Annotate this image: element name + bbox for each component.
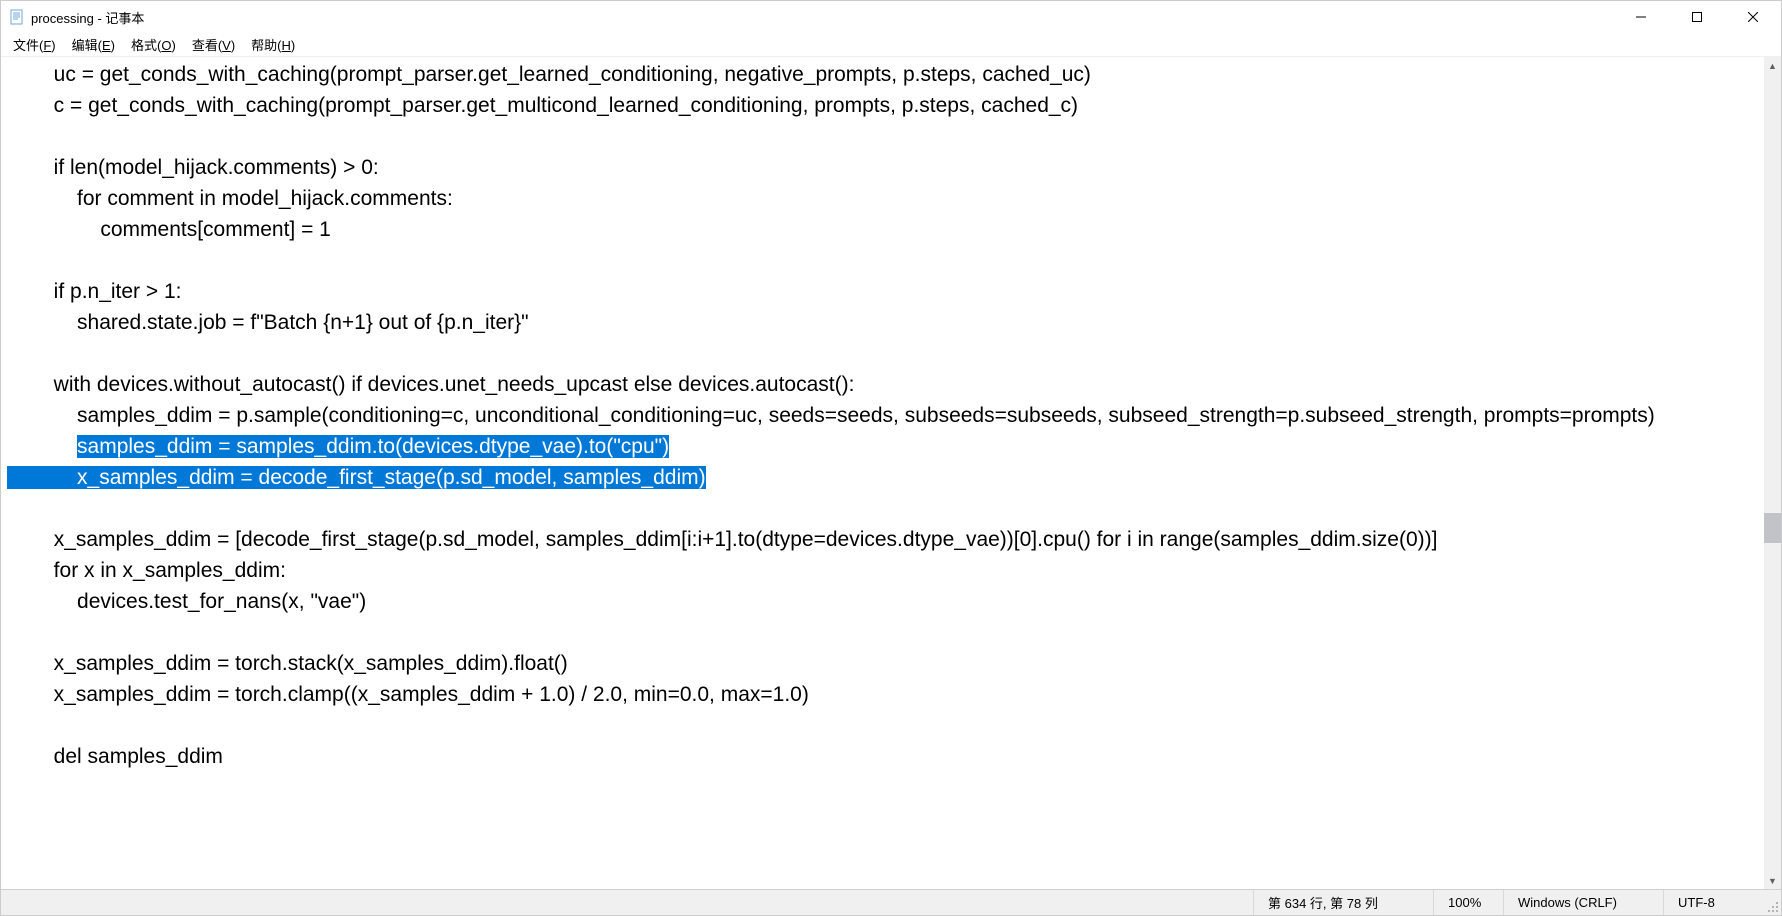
maximize-button[interactable]	[1669, 1, 1725, 33]
code-line: samples_ddim = p.sample(conditioning=c, …	[7, 400, 1655, 431]
text-editor[interactable]: uc = get_conds_with_caching(prompt_parse…	[1, 57, 1781, 889]
scroll-thumb[interactable]	[1764, 513, 1781, 543]
menu-view[interactable]: 查看(V)	[184, 33, 243, 56]
code-line: del samples_ddim	[7, 745, 223, 768]
window-controls	[1613, 1, 1781, 33]
status-spacer	[1, 890, 1253, 915]
menu-help[interactable]: 帮助(H)	[243, 33, 303, 56]
code-line: shared.state.job = f"Batch {n+1} out of …	[7, 311, 529, 334]
notepad-window: processing - 记事本 文件(F) 编辑(E) 格式(O) 查看(V)…	[0, 0, 1782, 916]
resize-grip[interactable]	[1763, 890, 1781, 915]
window-title: processing - 记事本	[31, 8, 1613, 27]
status-zoom: 100%	[1433, 890, 1503, 915]
selected-text: samples_ddim = samples_ddim.to(devices.d…	[77, 435, 669, 458]
code-line-pre	[7, 435, 77, 458]
close-button[interactable]	[1725, 1, 1781, 33]
code-line: x_samples_ddim = [decode_first_stage(p.s…	[7, 524, 1437, 555]
minimize-button[interactable]	[1613, 1, 1669, 33]
editor-area: uc = get_conds_with_caching(prompt_parse…	[1, 57, 1781, 889]
code-line: with devices.without_autocast() if devic…	[7, 373, 854, 396]
status-cursor-position: 第 634 行, 第 78 列	[1253, 890, 1433, 915]
code-line: uc = get_conds_with_caching(prompt_parse…	[7, 63, 1091, 86]
code-line: if len(model_hijack.comments) > 0:	[7, 156, 379, 179]
selected-text: x_samples_ddim = decode_first_stage(p.sd…	[77, 466, 706, 489]
menu-format[interactable]: 格式(O)	[123, 33, 184, 56]
code-line: for comment in model_hijack.comments:	[7, 187, 453, 210]
menubar: 文件(F) 编辑(E) 格式(O) 查看(V) 帮助(H)	[1, 33, 1781, 57]
code-line: c = get_conds_with_caching(prompt_parser…	[7, 94, 1078, 117]
status-line-ending: Windows (CRLF)	[1503, 890, 1663, 915]
code-line: for x in x_samples_ddim:	[7, 559, 286, 582]
code-line: devices.test_for_nans(x, "vae")	[7, 590, 366, 613]
statusbar: 第 634 行, 第 78 列 100% Windows (CRLF) UTF-…	[1, 889, 1781, 915]
scroll-track[interactable]	[1764, 74, 1781, 872]
selected-indent	[7, 466, 77, 489]
code-line: comments[comment] = 1	[7, 218, 331, 241]
status-encoding: UTF-8	[1663, 890, 1763, 915]
scroll-up-arrow[interactable]: ▲	[1764, 57, 1781, 74]
code-line: x_samples_ddim = torch.clamp((x_samples_…	[7, 683, 809, 706]
menu-file[interactable]: 文件(F)	[5, 33, 64, 56]
code-line: x_samples_ddim = torch.stack(x_samples_d…	[7, 652, 568, 675]
menu-edit[interactable]: 编辑(E)	[64, 33, 123, 56]
code-line: if p.n_iter > 1:	[7, 280, 182, 303]
scroll-down-arrow[interactable]: ▼	[1764, 872, 1781, 889]
titlebar[interactable]: processing - 记事本	[1, 1, 1781, 33]
vertical-scrollbar[interactable]: ▲ ▼	[1764, 57, 1781, 889]
app-icon	[9, 9, 25, 25]
